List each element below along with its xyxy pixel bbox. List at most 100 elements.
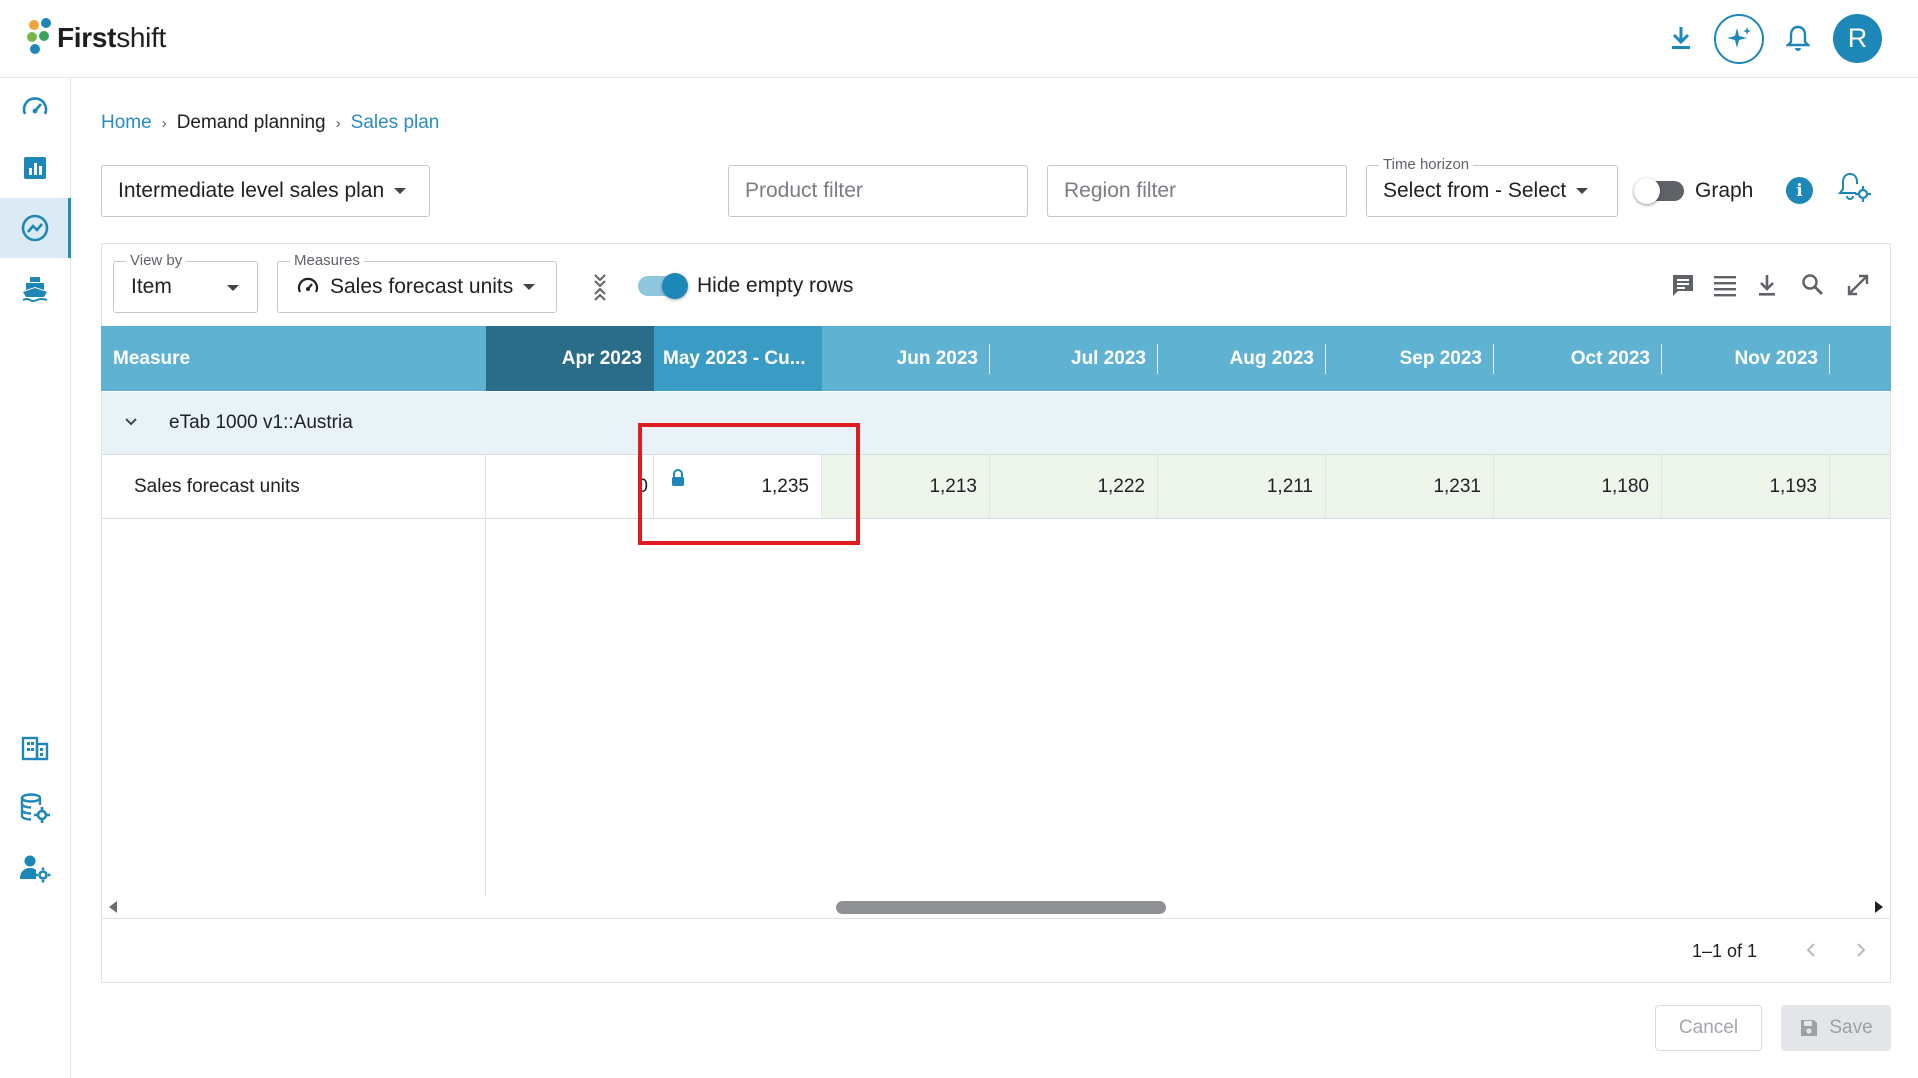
breadcrumb-demand-planning[interactable]: Demand planning [177, 112, 326, 134]
chevron-right-icon[interactable] [1852, 941, 1870, 959]
plan-select[interactable]: Intermediate level sales plan [101, 165, 430, 217]
scrollbar-thumb[interactable] [836, 901, 1166, 914]
sidebar-item-organization[interactable] [0, 718, 70, 778]
column-header-measure-label: Measure [113, 347, 191, 369]
cell-sep-2023[interactable]: 1,231 [1326, 455, 1494, 518]
row-label-cell: Sales forecast units [102, 455, 486, 518]
avatar-initial: R [1847, 23, 1868, 53]
grid-header: Measure Apr 2023 May 2023 - Cu... Jun 20… [101, 326, 1891, 391]
chevron-down-icon [523, 284, 536, 290]
row-label: Sales forecast units [134, 475, 300, 497]
region-filter[interactable]: Region filter [1047, 165, 1347, 217]
cell-overflow [1830, 455, 1890, 518]
column-header-label: Oct 2023 [1570, 347, 1650, 369]
sidebar-item-supply[interactable] [0, 258, 70, 318]
column-header-may-2023[interactable]: May 2023 - Cu... [654, 326, 822, 391]
view-by-value: Item [131, 275, 172, 298]
cell-value: 1,180 [1601, 475, 1649, 497]
search-icon[interactable] [1800, 272, 1826, 303]
breadcrumb: Home › Demand planning › Sales plan [101, 112, 439, 134]
cancel-label: Cancel [1678, 1017, 1739, 1038]
chevron-left-icon[interactable] [1802, 941, 1820, 959]
logo-mark-icon [27, 18, 53, 58]
pagination: 1–1 of 1 [102, 918, 1890, 983]
column-header-nov-2023[interactable]: Nov 2023 [1662, 326, 1830, 391]
sidebar-item-data-settings[interactable] [0, 778, 70, 838]
collapse-rows-icon[interactable] [590, 271, 610, 308]
graph-toggle[interactable] [1634, 177, 1686, 205]
speedometer-icon [297, 277, 319, 293]
column-header-label: Sep 2023 [1399, 347, 1482, 369]
cell-value: 1,211 [1266, 475, 1313, 497]
column-header-measure[interactable]: Measure [101, 326, 486, 391]
time-horizon-label: Time horizon [1379, 156, 1474, 173]
scroll-left-icon[interactable] [106, 899, 120, 915]
cell-may-2023[interactable]: 1,235 [654, 455, 822, 518]
ai-sparkle-icon[interactable] [1714, 14, 1764, 64]
cancel-button[interactable]: Cancel [1655, 1005, 1762, 1051]
product-filter[interactable]: Product filter [728, 165, 1028, 217]
column-header-jun-2023[interactable]: Jun 2023 [822, 326, 990, 391]
lock-icon [672, 469, 684, 486]
time-horizon-value: Select from - Select [1383, 179, 1567, 202]
cell-nov-2023[interactable]: 1,193 [1662, 455, 1830, 518]
cell-value: 1,222 [1097, 475, 1145, 497]
sidebar [0, 78, 71, 1078]
cell-value: 0 [637, 475, 648, 497]
frozen-column-divider [485, 518, 486, 896]
column-header-apr-2023[interactable]: Apr 2023 [486, 326, 654, 391]
save-icon [1801, 1020, 1818, 1036]
cell-jul-2023[interactable]: 1,222 [990, 455, 1158, 518]
view-by-label: View by [126, 252, 187, 269]
chevron-down-icon[interactable] [122, 412, 140, 435]
sidebar-item-user-settings[interactable] [0, 838, 70, 898]
product-filter-placeholder: Product filter [745, 179, 863, 202]
column-header-label: Apr 2023 [561, 347, 642, 369]
cell-apr-2023[interactable]: 0 [486, 455, 654, 518]
avatar[interactable]: R [1833, 14, 1882, 63]
alert-settings-icon[interactable] [1836, 170, 1874, 211]
cell-aug-2023[interactable]: 1,211 [1158, 455, 1326, 518]
measures-value: Sales forecast units [330, 275, 514, 298]
export-icon[interactable] [1755, 272, 1779, 303]
sidebar-item-demand-planning[interactable] [0, 198, 71, 258]
sidebar-item-dashboard[interactable] [0, 78, 70, 138]
info-icon[interactable]: i [1786, 177, 1813, 204]
hide-empty-rows-toggle[interactable] [636, 272, 688, 300]
measures-label: Measures [290, 252, 364, 269]
save-label: Save [1829, 1017, 1873, 1038]
column-header-sep-2023[interactable]: Sep 2023 [1326, 326, 1494, 391]
cell-oct-2023[interactable]: 1,180 [1494, 455, 1662, 518]
group-label: eTab 1000 v1::Austria [169, 412, 353, 433]
column-header-aug-2023[interactable]: Aug 2023 [1158, 326, 1326, 391]
save-button[interactable]: Save [1781, 1005, 1891, 1051]
user-settings-icon [20, 855, 51, 883]
cell-value: 1,193 [1769, 475, 1817, 497]
download-icon[interactable] [1665, 22, 1697, 54]
bell-icon[interactable] [1782, 22, 1814, 54]
comment-icon[interactable] [1670, 272, 1696, 303]
column-header-label: Jun 2023 [896, 347, 978, 369]
fullscreen-icon[interactable] [1845, 272, 1871, 303]
columns-icon[interactable] [1712, 272, 1738, 303]
column-header-oct-2023[interactable]: Oct 2023 [1494, 326, 1662, 391]
sidebar-item-reports[interactable] [0, 138, 70, 198]
organization-icon [21, 736, 49, 761]
scroll-right-icon[interactable] [1872, 899, 1886, 915]
supply-ship-icon [22, 277, 48, 302]
hide-empty-rows-label: Hide empty rows [697, 274, 854, 297]
breadcrumb-separator: › [335, 114, 341, 132]
cell-jun-2023[interactable]: 1,213 [822, 455, 990, 518]
breadcrumb-sales-plan[interactable]: Sales plan [351, 112, 440, 134]
demand-planning-icon [21, 214, 49, 242]
cell-value: 1,235 [761, 475, 809, 497]
column-header-jul-2023[interactable]: Jul 2023 [990, 326, 1158, 391]
plan-select-value: Intermediate level sales plan [118, 179, 385, 202]
breadcrumb-separator: › [161, 114, 167, 132]
chevron-down-icon [394, 188, 407, 194]
column-header-label: Nov 2023 [1734, 347, 1818, 369]
cell-value: 1,231 [1433, 475, 1481, 497]
horizontal-scrollbar[interactable] [101, 896, 1891, 918]
firstshift-logo[interactable]: Firstshift [27, 18, 166, 58]
breadcrumb-home[interactable]: Home [101, 112, 152, 134]
